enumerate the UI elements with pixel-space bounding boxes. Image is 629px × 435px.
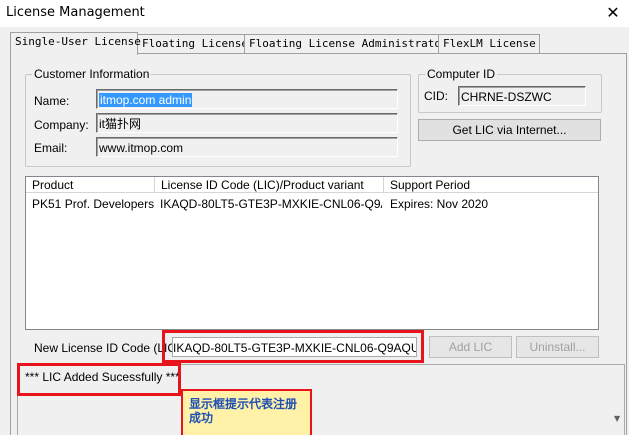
- new-lic-label: New License ID Code (LIC):: [34, 341, 184, 355]
- cid-field: CHRNE-DSZWC: [458, 86, 586, 106]
- license-management-window: License Management ✕ Single-User License…: [0, 0, 629, 435]
- window-title: License Management: [6, 5, 145, 20]
- column-header-support-period[interactable]: Support Period: [384, 177, 598, 193]
- name-field[interactable]: itmop.com admin: [96, 89, 398, 109]
- cell-lic: IKAQD-80LT5-GTE3P-MXKIE-CNL06-Q9AQU: [160, 197, 382, 211]
- add-lic-button[interactable]: Add LIC: [429, 336, 512, 358]
- scroll-down-icon[interactable]: ▼: [614, 414, 620, 423]
- computer-id-legend: Computer ID: [427, 67, 496, 81]
- close-icon[interactable]: ✕: [602, 2, 624, 24]
- status-message: *** LIC Added Sucessfully ***: [25, 370, 180, 384]
- cid-label: CID:: [424, 89, 448, 103]
- column-header-lic[interactable]: License ID Code (LIC)/Product variant: [155, 177, 384, 193]
- tab-floating-license-administrator[interactable]: Floating License Administrator: [244, 34, 448, 53]
- license-list-header: Product License ID Code (LIC)/Product va…: [26, 177, 598, 193]
- company-field[interactable]: it猫扑网: [96, 113, 398, 133]
- tab-flexlm-license[interactable]: FlexLM License: [438, 34, 540, 53]
- get-lic-via-internet-button[interactable]: Get LIC via Internet...: [418, 119, 601, 141]
- annotation-note: 显示框提示代表注册成功: [181, 389, 312, 435]
- tab-floating-license[interactable]: Floating License: [137, 34, 248, 53]
- title-bar: License Management ✕: [0, 0, 629, 27]
- column-header-product[interactable]: Product: [26, 177, 155, 193]
- cell-support-period: Expires: Nov 2020: [390, 197, 489, 211]
- uninstall-button[interactable]: Uninstall...: [516, 336, 599, 358]
- license-list[interactable]: Product License ID Code (LIC)/Product va…: [25, 176, 599, 330]
- name-label: Name:: [34, 94, 70, 108]
- name-value: itmop.com admin: [99, 93, 193, 107]
- email-label: Email:: [34, 141, 68, 155]
- email-field[interactable]: www.itmop.com: [96, 137, 398, 157]
- company-label: Company:: [34, 118, 89, 132]
- tab-single-user-license[interactable]: Single-User License: [10, 32, 141, 55]
- customer-information-legend: Customer Information: [34, 67, 150, 81]
- cell-product: PK51 Prof. Developers Kit: [32, 197, 154, 211]
- new-lic-input[interactable]: IKAQD-80LT5-GTE3P-MXKIE-CNL06-Q9AQU: [172, 337, 417, 357]
